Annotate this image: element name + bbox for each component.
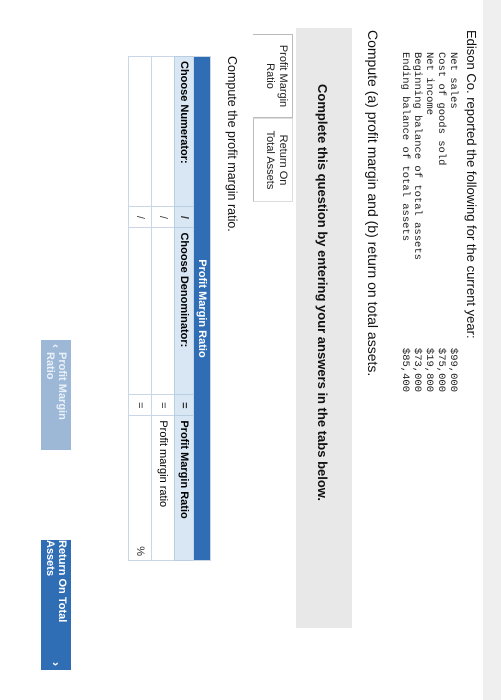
financial-data-table: Net sales $99,000 Cost of goods sold $75… xyxy=(399,52,459,392)
denominator-input[interactable] xyxy=(128,227,152,395)
percent-sign: % xyxy=(134,546,146,556)
ratio-table-header-row: Profit Margin Ratio xyxy=(193,56,211,561)
ratio-table: Profit Margin Ratio Choose Numerator: / … xyxy=(128,56,211,561)
prev-tab-label: Profit Margin Ratio xyxy=(44,352,68,420)
ratio-input-row: / = Profit margin ratio xyxy=(151,56,175,561)
top-shadow xyxy=(483,0,501,700)
divide-sign: / xyxy=(151,206,175,228)
ratio-table-label-row: Choose Numerator: / Choose Denominator: … xyxy=(174,56,194,561)
denominator-select[interactable] xyxy=(151,227,175,395)
divide-sign: / xyxy=(128,206,152,228)
equals-sign: = xyxy=(174,394,194,416)
tab-bar: Profit Margin Ratio Return On Total Asse… xyxy=(253,34,293,202)
tab-label-line2: Total Assets xyxy=(264,130,276,190)
row-value: $73,000 xyxy=(411,347,423,392)
table-row: Ending balance of total assets $85,400 xyxy=(399,52,411,392)
row-label: Net sales xyxy=(447,52,459,109)
row-value: $75,000 xyxy=(435,347,447,392)
question-text: Compute (a) profit margin and (b) return… xyxy=(365,30,381,377)
instructions-text: Complete this question by entering your … xyxy=(315,84,330,502)
tab-label-line1: Return On xyxy=(277,134,289,186)
row-value: $99,000 xyxy=(447,347,459,392)
row-label: Cost of goods sold xyxy=(435,52,447,166)
prev-tab-button[interactable]: ‹ Profit Margin Ratio xyxy=(41,340,71,450)
instructions-bar: Complete this question by entering your … xyxy=(296,28,352,628)
row-value: $19,800 xyxy=(423,347,435,392)
result-input[interactable]: % xyxy=(128,415,152,561)
next-tab-button[interactable]: Return On Total Assets › xyxy=(41,540,71,670)
tab-label-line1: Profit Margin xyxy=(277,44,289,108)
equals-sign: = xyxy=(128,394,152,416)
row-label: Net income xyxy=(423,52,435,116)
tab-label-line2: Ratio xyxy=(264,63,276,89)
chevron-left-icon: ‹ xyxy=(49,344,63,348)
table-row: Cost of goods sold $75,000 xyxy=(435,52,447,392)
tab-return-on-total-assets[interactable]: Return On Total Assets xyxy=(253,118,293,202)
numerator-input[interactable] xyxy=(128,56,152,207)
ratio-input-row: / = % xyxy=(128,56,152,561)
equals-sign: = xyxy=(151,394,175,416)
numerator-select[interactable] xyxy=(151,56,175,207)
table-row: Beginning balance of total assets $73,00… xyxy=(411,52,423,392)
result-row-label: Profit margin ratio xyxy=(151,415,175,561)
row-label: Ending balance of total assets xyxy=(399,52,411,242)
table-row: Net sales $99,000 xyxy=(447,52,459,392)
intro-text: Edison Co. reported the following for th… xyxy=(464,30,479,339)
denominator-label: Choose Denominator: xyxy=(174,227,194,395)
row-label: Beginning balance of total assets xyxy=(411,52,423,260)
table-row: Net income $19,800 xyxy=(423,52,435,392)
tab-profit-margin-ratio[interactable]: Profit Margin Ratio xyxy=(253,34,293,118)
next-tab-label: Return On Total Assets xyxy=(44,540,68,623)
ratio-table-title: Profit Margin Ratio xyxy=(193,56,211,561)
numerator-label: Choose Numerator: xyxy=(174,56,194,207)
divide-sign: / xyxy=(174,206,194,228)
row-value: $85,400 xyxy=(399,347,411,392)
compute-prompt: Compute the profit margin ratio. xyxy=(225,56,239,232)
result-label: Profit Margin Ratio xyxy=(174,415,194,561)
rotated-screen: Edison Co. reported the following for th… xyxy=(0,0,501,700)
chevron-right-icon: › xyxy=(49,662,63,666)
